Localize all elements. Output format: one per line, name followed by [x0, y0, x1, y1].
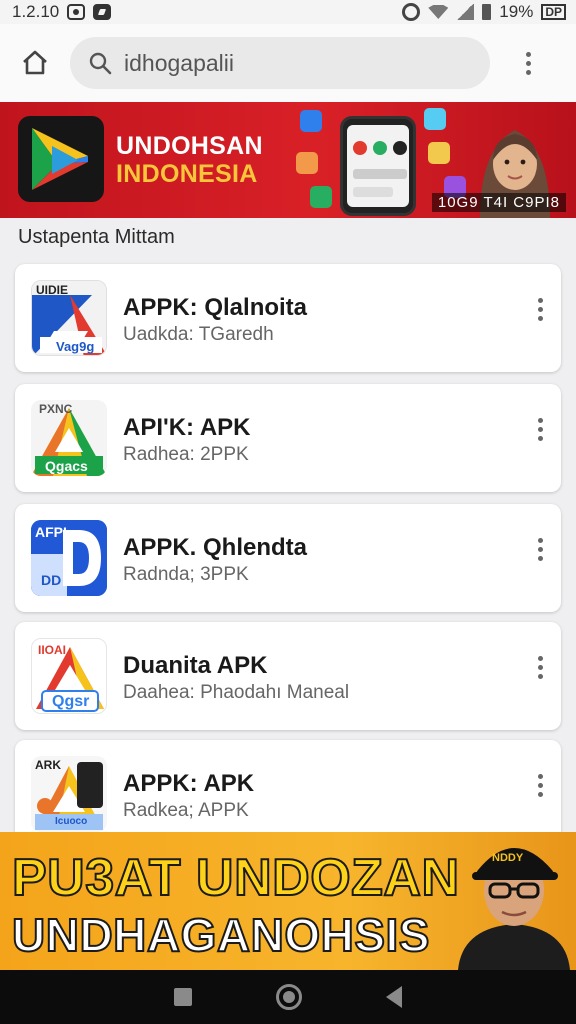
floating-app-icon: [300, 110, 322, 132]
floating-app-icon: [428, 142, 450, 164]
home-icon: [23, 50, 47, 75]
app-icon: UIDIE Vag9g: [31, 280, 107, 356]
system-nav-bar: [0, 970, 576, 1024]
address-bar[interactable]: idhogapalii: [70, 37, 490, 89]
item-menu-button[interactable]: [538, 418, 543, 441]
item-menu-button[interactable]: [538, 298, 543, 321]
app-icon: PXNC Qgacs: [31, 400, 107, 476]
promo-banner[interactable]: PU3AT UNDOZAN UNDHAGANOHSIS NDDY: [0, 832, 576, 970]
promo-line2: UNDHAGANOHSIS: [11, 908, 430, 962]
wifi-icon: [428, 5, 449, 19]
battery-icon: [482, 4, 492, 20]
more-vert-icon: [538, 774, 543, 797]
floating-app-icon: [296, 152, 318, 174]
status-badge: DP: [541, 4, 566, 20]
home-button[interactable]: [0, 24, 70, 102]
more-vert-icon: [538, 418, 543, 441]
app-list-item[interactable]: AFPI DD APPK. Qhlendta Radnda; 3PPK: [15, 504, 561, 612]
floating-app-icon: [310, 186, 332, 208]
app-list-item[interactable]: PXNC Qgacs API'K: APK Radhea: 2PPK: [15, 384, 561, 492]
cap-text: NDDY: [492, 852, 524, 864]
search-icon: [89, 52, 112, 75]
app-name: APPK. Qhlendta: [123, 534, 308, 561]
app-subtitle: Radnda; 3PPK: [123, 564, 249, 585]
banner-title: UNDOHSAN INDONESIA: [116, 132, 263, 188]
nav-home-button[interactable]: [276, 984, 302, 1010]
phone-illustration: [340, 116, 416, 216]
app-subtitle: Radhea: 2PPK: [123, 444, 249, 465]
app-icon: AFPI DD: [31, 520, 107, 596]
more-vert-icon: [538, 298, 543, 321]
app-name: API'K: APK: [123, 414, 251, 441]
app-subtitle: Radkea; APPK: [123, 800, 249, 821]
app-name: Duanita APK: [123, 652, 268, 679]
banner-title-line1: UNDOHSAN: [116, 132, 263, 160]
banner-tag: 10G9 T4I C9PI8: [431, 193, 566, 212]
notification-app-icon: [93, 4, 112, 20]
sync-icon: [402, 3, 421, 21]
app-icon: ARK Icuoco: [31, 756, 107, 832]
battery-level: 19%: [499, 2, 534, 21]
more-vert-icon: [538, 538, 543, 561]
banner-title-line2: INDONESIA: [116, 160, 258, 188]
play-store-icon: [32, 128, 88, 190]
browser-menu-button[interactable]: [490, 24, 566, 102]
item-menu-button[interactable]: [538, 774, 543, 797]
item-menu-button[interactable]: [538, 538, 543, 561]
app-icon: IIOAI Qgsr: [31, 638, 107, 714]
app-subtitle: Uadkda: TGaredh: [123, 324, 274, 345]
app-list-item[interactable]: IIOAI Qgsr Duanita APK Daahea: Phaodahı …: [15, 622, 561, 730]
more-vert-icon: [525, 51, 531, 75]
browser-toolbar: idhogapalii: [0, 24, 576, 102]
url-text: idhogapalii: [124, 49, 234, 76]
app-name: APPK: APK: [123, 770, 255, 797]
app-name: APPK: Qlalnoita: [123, 294, 308, 321]
notification-camera-icon: [67, 4, 86, 20]
recents-button[interactable]: [174, 988, 192, 1006]
promo-line1: PU3AT UNDOZAN: [11, 848, 460, 908]
back-button[interactable]: [386, 986, 402, 1008]
more-vert-icon: [538, 656, 543, 679]
floating-app-icon: [424, 108, 446, 130]
status-time: 1.2.10: [12, 2, 60, 21]
app-subtitle: Daahea: Phaodahı Maneal: [123, 682, 350, 703]
item-menu-button[interactable]: [538, 656, 543, 679]
status-bar: 1.2.10 19% DP: [0, 0, 576, 24]
signal-icon: [456, 4, 475, 20]
hero-banner[interactable]: UNDOHSAN INDONESIA 10G9 T4I C9PI8: [0, 102, 576, 218]
play-logo: [18, 116, 104, 202]
section-heading: Ustapenta Mittam: [18, 226, 175, 248]
app-list-item[interactable]: UIDIE Vag9g APPK: Qlalnoita Uadkda: TGar…: [15, 264, 561, 372]
